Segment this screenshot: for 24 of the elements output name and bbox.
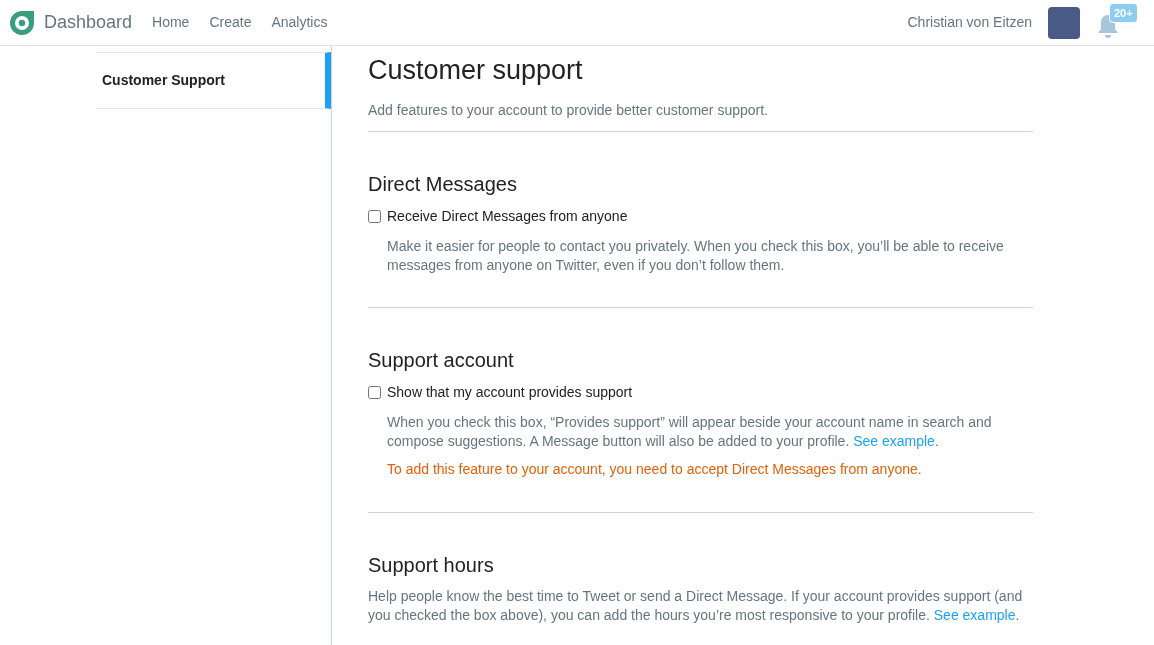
description-text: Help people know the best time to Tweet or send a Direct Message. If your account provides support (and you checked the box above), you can add the hours you’re most responsive to your profile. See example. (368, 587, 1024, 626)
description-text: When you check this box, “Provides support” will appear beside your account name in search and compose suggestions. A Message button will also be added to your profile. See example. (386, 413, 993, 452)
checkbox[interactable] (368, 210, 381, 224)
see-example-link[interactable]: See example (933, 607, 1016, 624)
warning-text: To add this feature to your account, you need to accept Direct Messages from anyone. (386, 460, 923, 480)
sidebar-item[interactable]: Customer Support (96, 52, 331, 109)
checkbox[interactable] (368, 386, 381, 400)
brand-link[interactable]: Dashboard (44, 9, 133, 36)
notification-count: 20+ (1109, 2, 1138, 23)
section-title: Support hours (368, 553, 495, 578)
avatar-placeholder[interactable] (1048, 6, 1080, 39)
checkbox-label[interactable]: Show that my account provides support (387, 382, 633, 404)
nav-link[interactable]: Create (209, 12, 252, 33)
nav-link[interactable]: Home (152, 12, 190, 33)
page-subtitle: Add features to your account to provide better customer support. (368, 100, 1033, 133)
nav-link[interactable]: Analytics (271, 12, 328, 33)
page-title: Customer support (368, 54, 584, 87)
section-title: Support account (368, 348, 515, 373)
user-name[interactable]: Christian von Eitzen (907, 12, 1032, 33)
section-title: Direct Messages (368, 172, 518, 197)
logo-icon[interactable] (8, 8, 36, 37)
checkbox-label[interactable]: Receive Direct Messages from anyone (387, 206, 628, 228)
description-text: Make it easier for people to contact you privately. When you check this box, you’ll be able to receive messages from anyone on Twitter, even if you don’t follow them. (386, 237, 1005, 276)
see-example-link[interactable]: See example (853, 433, 935, 450)
